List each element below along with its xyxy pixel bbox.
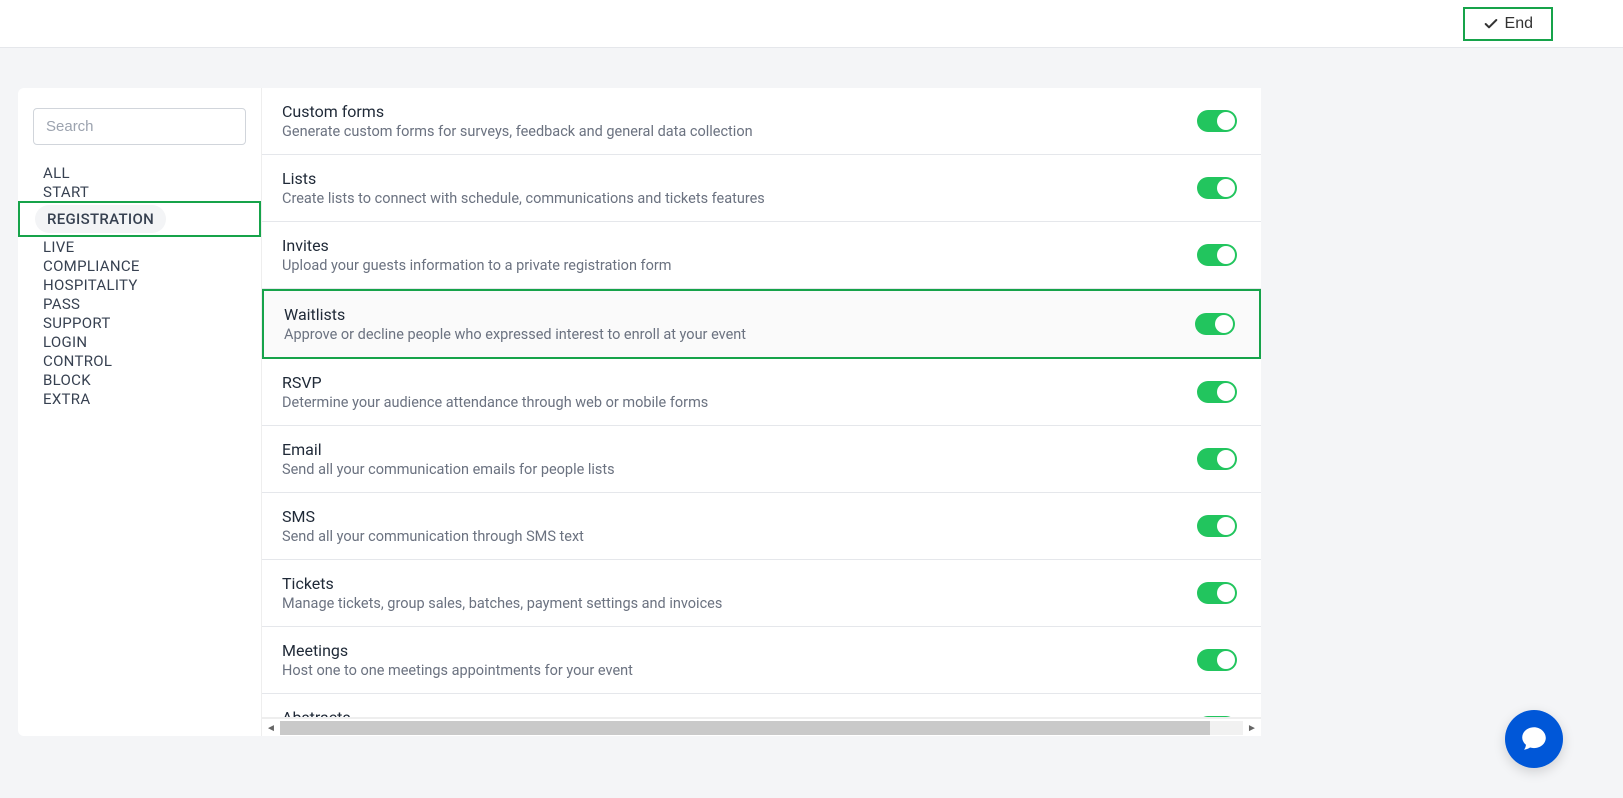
chat-launcher-button[interactable] [1505, 710, 1563, 768]
main-container: ALLSTARTREGISTRATIONLIVECOMPLIANCEHOSPIT… [0, 48, 1623, 754]
feature-row-email: Email Send all your communication emails … [262, 426, 1261, 493]
feature-title: Email [282, 440, 1197, 459]
sidebar: ALLSTARTREGISTRATIONLIVECOMPLIANCEHOSPIT… [18, 88, 261, 736]
feature-text: Lists Create lists to connect with schedu… [282, 169, 1197, 207]
feature-description: Create lists to connect with schedule, c… [282, 190, 1197, 207]
feature-row-meetings: Meetings Host one to one meetings appoint… [262, 627, 1261, 694]
scroll-thumb[interactable] [280, 721, 1210, 735]
feature-toggle[interactable] [1197, 381, 1237, 403]
scroll-right-arrow-icon[interactable]: ► [1243, 719, 1261, 737]
feature-row-tickets: Tickets Manage tickets, group sales, batc… [262, 560, 1261, 627]
feature-toggle[interactable] [1197, 177, 1237, 199]
top-bar: End [0, 0, 1623, 48]
feature-text: SMS Send all your communication through S… [282, 507, 1197, 545]
sidebar-item-extra[interactable]: EXTRA [33, 389, 246, 408]
feature-toggle[interactable] [1197, 582, 1237, 604]
feature-description: Send all your communication through SMS … [282, 528, 1197, 545]
feature-title: Lists [282, 169, 1197, 188]
feature-title: SMS [282, 507, 1197, 526]
feature-toggle[interactable] [1197, 110, 1237, 132]
feature-description: Manage tickets, group sales, batches, pa… [282, 595, 1197, 612]
feature-title: Invites [282, 236, 1197, 255]
horizontal-scrollbar[interactable]: ◄ ► [262, 718, 1261, 736]
feature-row-abstracts: AbstractsRun Call for Abstracts on your … [262, 694, 1261, 718]
feature-description: Determine your audience attendance throu… [282, 394, 1197, 411]
feature-title: Meetings [282, 641, 1197, 660]
feature-description: Approve or decline people who expressed … [284, 326, 1195, 343]
feature-toggle[interactable] [1197, 244, 1237, 266]
feature-description: Host one to one meetings appointments fo… [282, 662, 1197, 679]
check-icon [1483, 16, 1499, 32]
feature-text: Waitlists Approve or decline people who e… [284, 305, 1195, 343]
feature-title: Custom forms [282, 102, 1197, 121]
feature-title: Tickets [282, 574, 1197, 593]
chat-icon [1519, 724, 1549, 754]
end-button[interactable]: End [1463, 7, 1553, 41]
feature-toggle[interactable] [1197, 515, 1237, 537]
feature-description: Send all your communication emails for p… [282, 461, 1197, 478]
feature-text: Tickets Manage tickets, group sales, batc… [282, 574, 1197, 612]
nav-list: ALLSTARTREGISTRATIONLIVECOMPLIANCEHOSPIT… [33, 163, 246, 408]
feature-text: RSVP Determine your audience attendance t… [282, 373, 1197, 411]
feature-description: Generate custom forms for surveys, feedb… [282, 123, 1197, 140]
sidebar-item-start[interactable]: START [33, 182, 246, 201]
feature-title: RSVP [282, 373, 1197, 392]
feature-toggle[interactable] [1197, 649, 1237, 671]
feature-title: Waitlists [284, 305, 1195, 324]
feature-toggle[interactable] [1197, 448, 1237, 470]
feature-text: AbstractsRun Call for Abstracts on your … [282, 708, 1197, 718]
feature-row-rsvp: RSVP Determine your audience attendance t… [262, 359, 1261, 426]
feature-row-sms: SMS Send all your communication through S… [262, 493, 1261, 560]
feature-row-invites: Invites Upload your guests information to… [262, 222, 1261, 289]
sidebar-item-label: EXTRA [33, 380, 100, 418]
feature-row-waitlists: Waitlists Approve or decline people who e… [262, 289, 1261, 359]
feature-text: Meetings Host one to one meetings appoint… [282, 641, 1197, 679]
feature-text: Custom forms Generate custom forms for su… [282, 102, 1197, 140]
feature-title: Abstracts [282, 708, 1197, 718]
feature-list[interactable]: Custom forms Generate custom forms for su… [262, 88, 1261, 718]
feature-row-lists: Lists Create lists to connect with schedu… [262, 155, 1261, 222]
content-panel: Custom forms Generate custom forms for su… [261, 88, 1261, 736]
feature-row-custom-forms: Custom forms Generate custom forms for su… [262, 88, 1261, 155]
feature-toggle[interactable] [1195, 313, 1235, 335]
feature-text: Invites Upload your guests information to… [282, 236, 1197, 274]
feature-description: Upload your guests information to a priv… [282, 257, 1197, 274]
search-input[interactable] [33, 108, 246, 145]
feature-text: Email Send all your communication emails … [282, 440, 1197, 478]
end-button-label: End [1505, 15, 1533, 33]
scroll-left-arrow-icon[interactable]: ◄ [262, 719, 280, 737]
